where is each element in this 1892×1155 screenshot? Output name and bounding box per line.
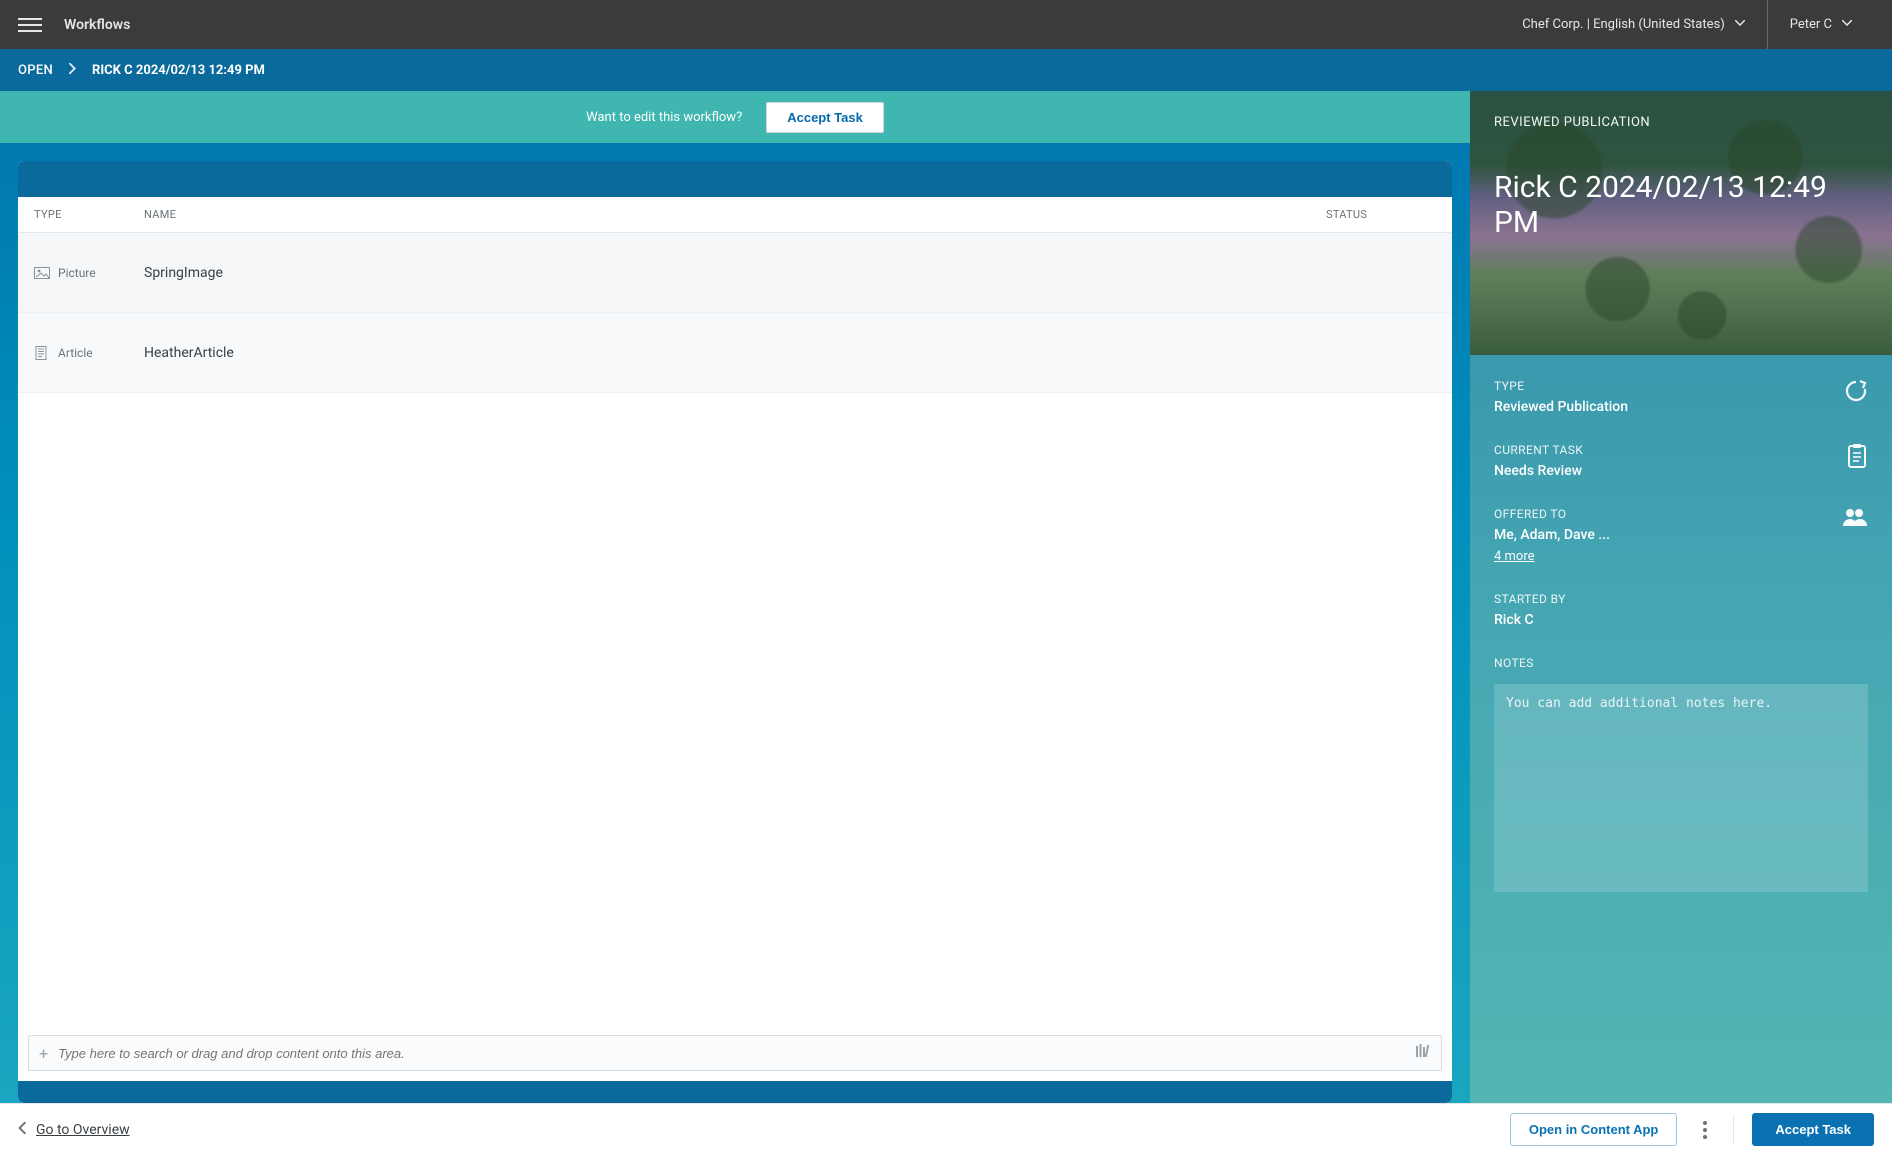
sidebar-hero: REVIEWED PUBLICATION Rick C 2024/02/13 1… [1470, 91, 1892, 355]
table-row[interactable]: Article HeatherArticle [18, 313, 1452, 393]
chevron-down-icon [1842, 20, 1852, 30]
row-type: Picture [58, 266, 96, 280]
chevron-down-icon [1735, 20, 1745, 30]
sidebar-eyebrow: REVIEWED PUBLICATION [1494, 115, 1868, 130]
org-label: Chef Corp. | English (United States) [1522, 17, 1725, 32]
col-header-status[interactable]: STATUS [1326, 208, 1436, 221]
more-actions-icon[interactable] [1695, 1118, 1715, 1142]
row-name: HeatherArticle [144, 345, 1326, 361]
divider [1733, 1116, 1734, 1144]
offered-more-link[interactable]: 4 more [1494, 549, 1535, 564]
col-header-name[interactable]: NAME [144, 208, 1326, 221]
type-value: Reviewed Publication [1494, 399, 1840, 415]
go-to-overview-link[interactable]: Go to Overview [36, 1122, 130, 1138]
started-value: Rick C [1494, 612, 1868, 628]
accept-task-button[interactable]: Accept Task [766, 102, 884, 133]
library-icon[interactable] [1415, 1044, 1431, 1062]
footer: Go to Overview Open in Content App Accep… [0, 1103, 1892, 1155]
app-title: Workflows [64, 17, 130, 33]
clipboard-icon [1840, 443, 1868, 469]
breadcrumb-title: RICK C 2024/02/13 12:49 PM [92, 63, 265, 78]
content-card: TYPE NAME STATUS Picture [18, 161, 1452, 1103]
topbar: Workflows Chef Corp. | English (United S… [0, 0, 1892, 49]
table-row[interactable]: Picture SpringImage [18, 233, 1452, 313]
content-drop-search[interactable]: + [28, 1035, 1442, 1071]
accept-banner: Want to edit this workflow? Accept Task [0, 91, 1470, 143]
hamburger-menu-icon[interactable] [18, 13, 42, 37]
task-label: CURRENT TASK [1494, 443, 1840, 457]
notes-textarea[interactable] [1494, 684, 1868, 892]
col-header-type[interactable]: TYPE [34, 208, 144, 221]
org-switcher[interactable]: Chef Corp. | English (United States) [1500, 0, 1768, 49]
chevron-right-icon [69, 63, 76, 78]
detail-sidebar: REVIEWED PUBLICATION Rick C 2024/02/13 1… [1470, 91, 1892, 1103]
user-label: Peter C [1790, 17, 1832, 32]
row-type: Article [58, 346, 93, 360]
accept-task-button-footer[interactable]: Accept Task [1752, 1113, 1874, 1146]
offered-label: OFFERED TO [1494, 507, 1840, 521]
task-value: Needs Review [1494, 463, 1840, 479]
breadcrumb: OPEN RICK C 2024/02/13 12:49 PM [0, 49, 1892, 91]
main-area: TYPE NAME STATUS Picture [0, 143, 1470, 1103]
banner-text: Want to edit this workflow? [586, 110, 742, 125]
started-label: STARTED BY [1494, 592, 1868, 606]
card-bottom-strip [18, 1081, 1452, 1103]
sidebar-title: Rick C 2024/02/13 12:49 PM [1494, 170, 1868, 240]
offered-value: Me, Adam, Dave ... [1494, 527, 1840, 543]
chevron-left-icon[interactable] [18, 1122, 26, 1138]
breadcrumb-open[interactable]: OPEN [18, 63, 53, 78]
picture-icon [34, 266, 50, 280]
article-icon [34, 346, 50, 360]
table-body: Picture SpringImage Articl [18, 233, 1452, 1027]
type-label: TYPE [1494, 379, 1840, 393]
card-top-strip [18, 161, 1452, 197]
row-name: SpringImage [144, 265, 1326, 281]
user-switcher[interactable]: Peter C [1768, 0, 1874, 49]
users-icon [1840, 507, 1868, 527]
plus-icon: + [39, 1044, 48, 1063]
search-input[interactable] [58, 1046, 1415, 1061]
open-in-content-app-button[interactable]: Open in Content App [1510, 1113, 1678, 1146]
cycle-icon [1840, 379, 1868, 403]
table-header: TYPE NAME STATUS [18, 197, 1452, 233]
notes-label: NOTES [1494, 656, 1868, 670]
